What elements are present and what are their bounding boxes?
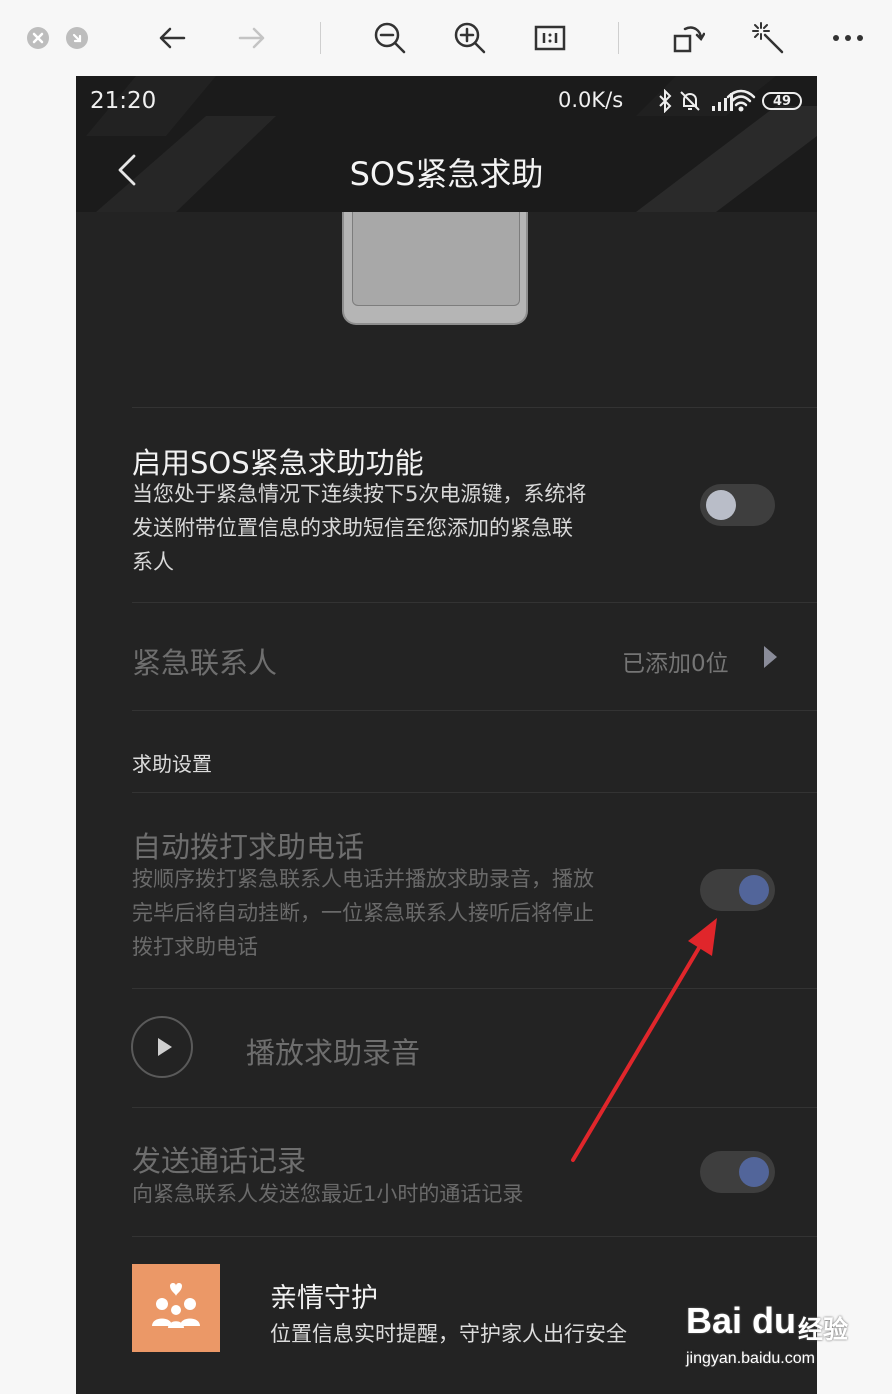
desc-line: 按顺序拨打紧急联系人电话并播放求助录音，播放 bbox=[132, 867, 594, 891]
battery-icon: 49 bbox=[762, 92, 802, 110]
send-call-log-title: 发送通话记录 bbox=[132, 1144, 307, 1178]
wifi-icon bbox=[726, 89, 756, 112]
divider bbox=[132, 1107, 817, 1108]
close-icon bbox=[32, 32, 44, 44]
auto-call-toggle[interactable] bbox=[700, 869, 775, 911]
mute-icon bbox=[680, 91, 700, 111]
divider bbox=[132, 1236, 817, 1237]
auto-call-title: 自动拨打求助电话 bbox=[132, 830, 365, 864]
more-options-button[interactable] bbox=[830, 20, 866, 56]
divider bbox=[132, 407, 817, 408]
shrink-icon bbox=[72, 33, 82, 43]
close-window-button[interactable] bbox=[27, 27, 49, 49]
baidu-watermark: Bai du 经验 jingyan.baidu.com bbox=[678, 1292, 878, 1384]
section-header: 求助设置 bbox=[132, 752, 212, 776]
minimize-window-button[interactable] bbox=[66, 27, 88, 49]
family-guard-desc: 位置信息实时提醒，守护家人出行安全 bbox=[270, 1322, 627, 1346]
toolbar-divider bbox=[618, 22, 619, 54]
arrow-right-icon bbox=[238, 27, 265, 49]
toggle-knob bbox=[706, 490, 736, 520]
emergency-contacts-label: 紧急联系人 bbox=[132, 646, 278, 680]
emergency-contacts-count: 已添加0位 bbox=[622, 651, 729, 677]
toggle-knob bbox=[739, 1157, 769, 1187]
more-icon bbox=[833, 35, 863, 41]
watermark-brand: Bai du bbox=[686, 1300, 797, 1341]
desc-line: 当您处于紧急情况下连续按下5次电源键，系统将 bbox=[132, 482, 587, 506]
zoom-in-button[interactable] bbox=[452, 20, 488, 56]
zoom-out-button[interactable] bbox=[372, 20, 408, 56]
sos-enable-desc: 当您处于紧急情况下连续按下5次电源键，系统将 发送附带位置信息的求助短信至您添加… bbox=[132, 477, 672, 579]
desc-line: 完毕后将自动挂断，一位紧急联系人接听后将停止 bbox=[132, 901, 594, 925]
send-call-log-toggle[interactable] bbox=[700, 1151, 775, 1193]
play-icon bbox=[158, 1038, 172, 1056]
watermark-suffix: 经验 bbox=[798, 1315, 849, 1344]
forward-arrow-button[interactable] bbox=[234, 20, 270, 56]
sos-enable-title: 启用SOS紧急求助功能 bbox=[132, 446, 424, 480]
auto-call-desc: 按顺序拨打紧急联系人电话并播放求助录音，播放 完毕后将自动挂断，一位紧急联系人接… bbox=[132, 862, 677, 964]
arrow-left-icon bbox=[159, 27, 186, 49]
bluetooth-icon bbox=[659, 89, 672, 113]
chevron-right-icon bbox=[764, 646, 777, 668]
sos-enable-toggle[interactable] bbox=[700, 484, 775, 526]
divider bbox=[132, 792, 817, 793]
status-time: 21:20 bbox=[90, 88, 157, 114]
play-recording-label: 播放求助录音 bbox=[246, 1036, 421, 1070]
back-arrow-button[interactable] bbox=[154, 20, 190, 56]
play-button[interactable] bbox=[131, 1016, 193, 1078]
phone-illustration bbox=[342, 212, 528, 325]
watermark-url: jingyan.baidu.com bbox=[686, 1350, 815, 1367]
family-group-icon bbox=[152, 1283, 200, 1328]
send-call-log-desc: 向紧急联系人发送您最近1小时的通话记录 bbox=[132, 1182, 524, 1206]
status-bar: 21:20 0.0K/s 49 bbox=[76, 76, 817, 128]
actual-size-button[interactable] bbox=[532, 20, 568, 56]
divider bbox=[132, 602, 817, 603]
rotate-icon bbox=[673, 26, 705, 53]
family-guard-title: 亲情守护 bbox=[270, 1283, 378, 1314]
viewer-toolbar bbox=[0, 0, 892, 76]
phone-screen: 21:20 0.0K/s 49 SOS紧急求助 启用SOS紧急求助功能 当您处于… bbox=[76, 76, 817, 1394]
divider bbox=[132, 988, 817, 989]
desc-line: 发送附带位置信息的求助短信至您添加的紧急联 bbox=[132, 516, 573, 540]
desc-line: 系人 bbox=[132, 550, 174, 574]
divider bbox=[132, 710, 817, 711]
toggle-knob bbox=[739, 875, 769, 905]
rotate-button[interactable] bbox=[670, 20, 706, 56]
zoom-in-icon bbox=[454, 22, 486, 54]
toolbar-divider bbox=[320, 22, 321, 54]
enhance-button[interactable] bbox=[750, 20, 786, 56]
zoom-out-icon bbox=[374, 22, 406, 54]
phone-illustration-screen bbox=[352, 212, 520, 306]
magic-wand-icon bbox=[752, 22, 784, 54]
actual-size-icon bbox=[534, 25, 566, 51]
desc-line: 拨打求助电话 bbox=[132, 935, 258, 959]
network-speed: 0.0K/s bbox=[558, 88, 624, 112]
page-title: SOS紧急求助 bbox=[349, 155, 544, 193]
family-icon bbox=[132, 1264, 220, 1352]
